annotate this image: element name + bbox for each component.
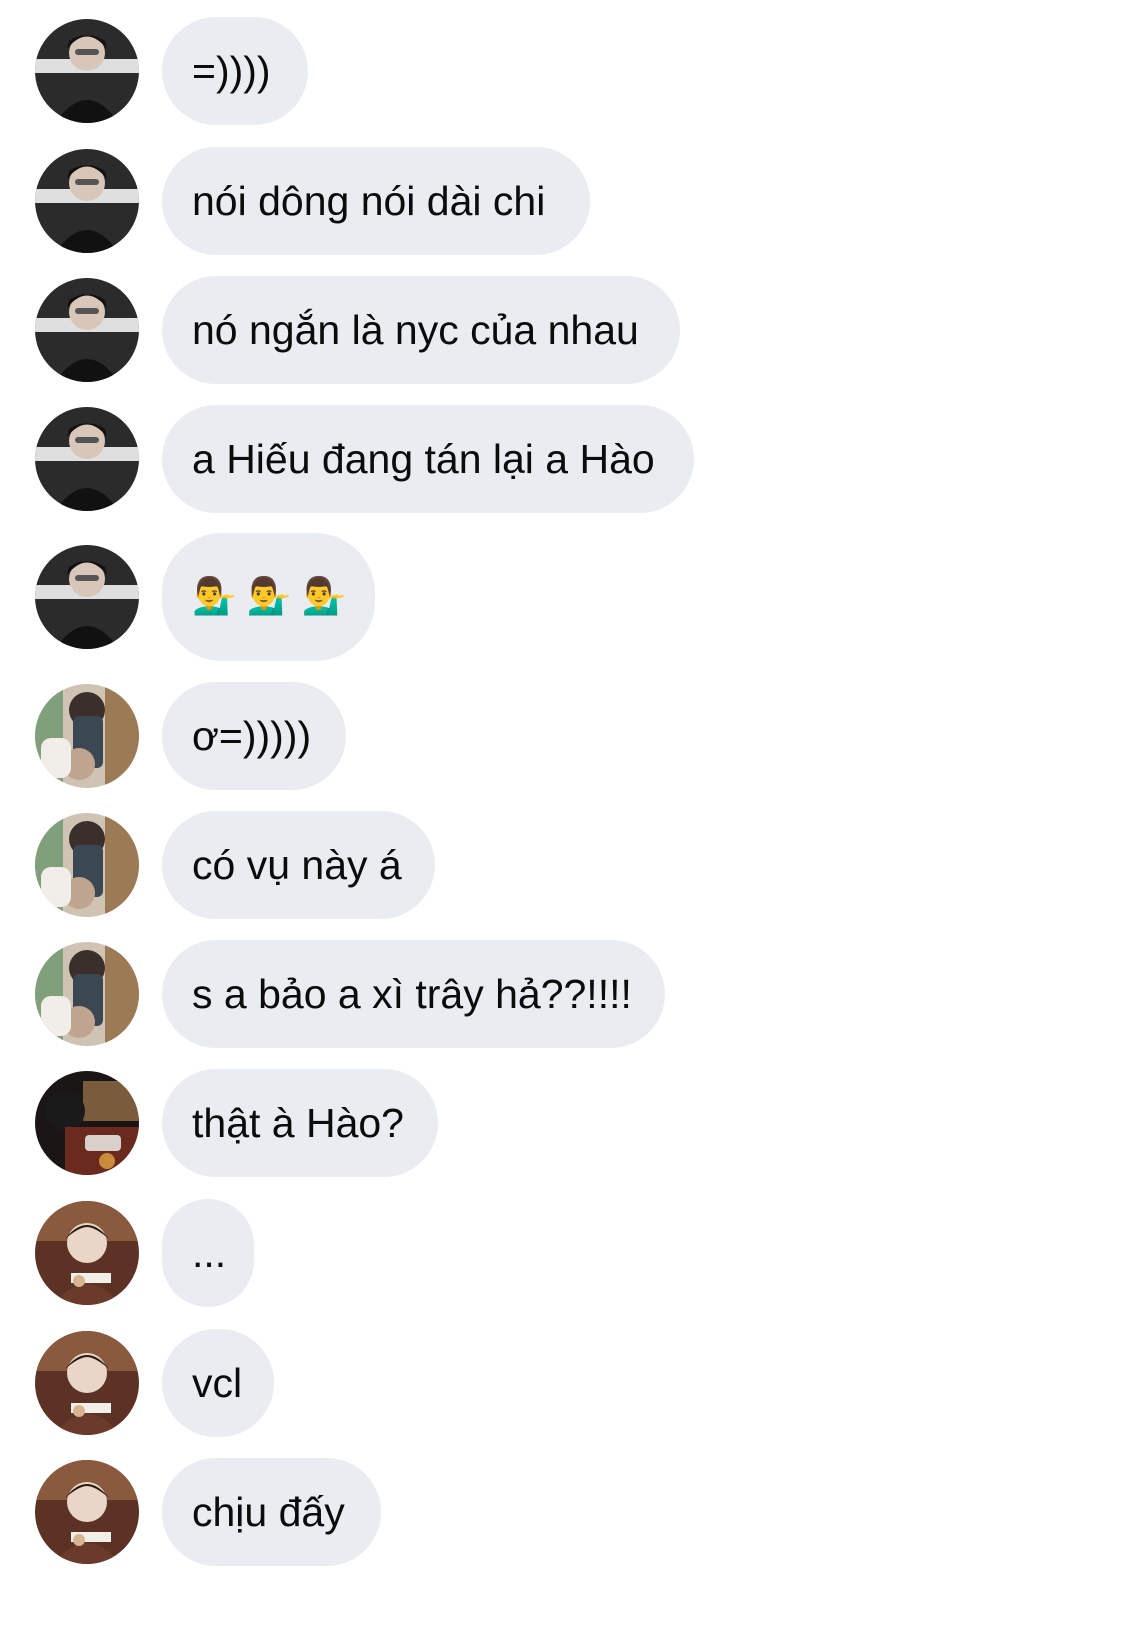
message-bubble[interactable]: =)))) [162,17,308,125]
message-row: vcl [0,1329,1125,1437]
avatar-user-d[interactable] [35,1331,139,1435]
message-row: ... [0,1199,1125,1307]
message-bubble[interactable]: s a bảo a xì trây hả??!!!! [162,940,665,1048]
message-bubble[interactable]: nó ngắn là nyc của nhau [162,276,680,384]
avatar-user-d[interactable] [35,1460,139,1564]
avatar-user-b[interactable] [35,684,139,788]
avatar-user-a[interactable] [35,545,139,649]
message-bubble[interactable]: chịu đấy [162,1458,381,1566]
message-row: có vụ này á [0,811,1125,919]
avatar-user-a[interactable] [35,149,139,253]
avatar-user-a[interactable] [35,19,139,123]
message-bubble[interactable]: có vụ này á [162,811,435,919]
message-row: nói dông nói dài chi [0,147,1125,255]
avatar-user-b[interactable] [35,813,139,917]
message-bubble[interactable]: nói dông nói dài chi [162,147,590,255]
message-row: chịu đấy [0,1458,1125,1566]
message-bubble[interactable]: a Hiếu đang tán lại a Hào [162,405,694,513]
avatar-user-a[interactable] [35,407,139,511]
avatar-user-c[interactable] [35,1071,139,1175]
message-row: ơ=))))) [0,682,1125,790]
message-row: nó ngắn là nyc của nhau [0,276,1125,384]
message-bubble[interactable]: vcl [162,1329,274,1437]
message-bubble[interactable]: ơ=))))) [162,682,346,790]
message-row: 💁‍♂️💁‍♂️💁‍♂️ [0,533,1125,661]
avatar-user-d[interactable] [35,1201,139,1305]
message-bubble[interactable]: 💁‍♂️💁‍♂️💁‍♂️ [162,533,375,661]
avatar-user-a[interactable] [35,278,139,382]
message-row: a Hiếu đang tán lại a Hào [0,405,1125,513]
message-row: thật à Hào? [0,1069,1125,1177]
message-row: =)))) [0,17,1125,125]
message-bubble[interactable]: thật à Hào? [162,1069,438,1177]
message-row: s a bảo a xì trây hả??!!!! [0,940,1125,1048]
message-bubble[interactable]: ... [162,1199,254,1307]
avatar-user-b[interactable] [35,942,139,1046]
